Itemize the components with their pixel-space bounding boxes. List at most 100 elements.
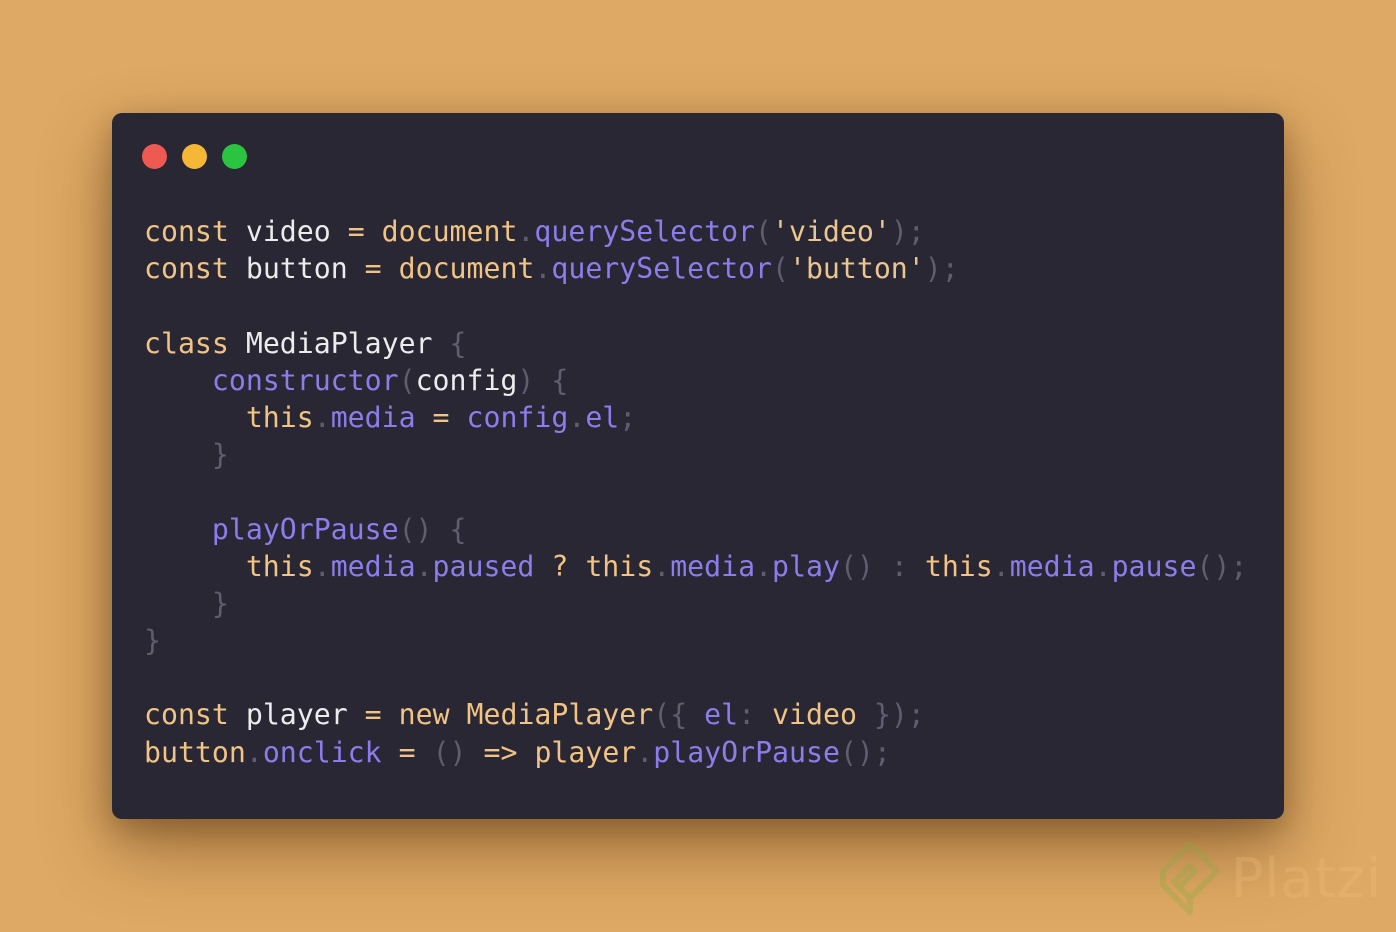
maximize-dot[interactable] xyxy=(222,144,247,169)
code-line: playOrPause() { xyxy=(144,511,1247,548)
code-token-punct: () xyxy=(398,512,433,546)
code-token-op: = xyxy=(347,215,365,248)
code-token-op: => xyxy=(483,735,518,769)
code-line: const video = document.querySelector('vi… xyxy=(144,213,1247,250)
code-block: const video = document.querySelector('vi… xyxy=(144,213,1247,771)
code-token-punct: . xyxy=(517,215,535,248)
code-token-prop: media xyxy=(1009,549,1095,583)
minimize-dot[interactable] xyxy=(182,144,207,169)
code-token-punct: { xyxy=(449,512,467,546)
code-token-prop: config xyxy=(466,400,569,434)
code-token-prop: el xyxy=(585,400,620,434)
code-token-keyword: player xyxy=(534,735,637,769)
code-token-keyword: const xyxy=(144,215,229,248)
code-token-punct: () xyxy=(432,735,467,769)
code-token-ident: config xyxy=(415,363,518,397)
watermark-text: Platzi xyxy=(1230,846,1382,910)
code-line: constructor(config) { xyxy=(144,362,1247,399)
code-line: this.media.paused ? this.media.play() : … xyxy=(144,548,1248,585)
code-line: } xyxy=(144,436,1247,473)
code-line: this.media = config.el; xyxy=(144,399,1247,436)
code-token-punct: { xyxy=(449,326,467,360)
code-token-punct: . xyxy=(534,252,552,286)
code-token-prop: play xyxy=(772,549,840,583)
code-line: const button = document.querySelector('b… xyxy=(144,250,1247,287)
code-token-keyword: const xyxy=(144,252,229,286)
code-window: const video = document.querySelector('vi… xyxy=(112,113,1284,819)
code-token-keyword: MediaPlayer xyxy=(466,698,654,732)
code-token-punct: : xyxy=(738,698,756,732)
code-token-keyword: const xyxy=(144,698,229,732)
code-token-keyword: video xyxy=(772,698,857,732)
code-token-prop: media xyxy=(330,549,416,583)
code-token-punct: . xyxy=(568,400,586,434)
code-token-prop: constructor xyxy=(211,363,399,397)
code-token-op: = xyxy=(364,252,382,286)
code-token-keyword: new xyxy=(398,698,450,732)
code-token-prop: querySelector xyxy=(551,252,772,286)
code-token-keyword: this xyxy=(585,549,654,583)
code-token-punct: . xyxy=(313,400,331,434)
code-token-punct: ( xyxy=(772,252,789,286)
code-token-prop: playOrPause xyxy=(211,512,399,546)
code-line: class MediaPlayer { xyxy=(144,325,1247,362)
code-token-punct: () xyxy=(839,549,874,583)
code-token-prop: playOrPause xyxy=(653,735,840,769)
code-token-punct: . xyxy=(313,549,331,583)
code-token-punct: . xyxy=(755,549,773,583)
code-line: } xyxy=(144,585,1247,622)
code-token-ident: MediaPlayer xyxy=(245,326,433,360)
code-token-ident: button xyxy=(245,252,348,286)
code-token-prop: media xyxy=(330,400,416,434)
code-token-keyword: document xyxy=(398,252,535,286)
code-line: button.onclick = () => player.playOrPaus… xyxy=(144,734,1247,771)
code-token-punct: { xyxy=(551,363,569,397)
code-token-punct: } xyxy=(211,438,229,472)
code-token-prop: el xyxy=(704,698,739,732)
code-token-ident: video xyxy=(245,215,331,248)
code-token-punct: ) xyxy=(517,363,535,397)
code-token-punct: ( xyxy=(398,363,416,397)
code-token-punct: . xyxy=(1094,549,1112,583)
platzi-logo-icon xyxy=(1159,841,1220,915)
code-token-punct: (); xyxy=(1196,549,1248,583)
window-controls xyxy=(142,144,247,169)
close-dot[interactable] xyxy=(142,144,167,169)
code-token-punct: }); xyxy=(873,698,925,732)
code-token-op: = xyxy=(364,698,382,732)
code-line: } xyxy=(144,622,1247,659)
code-token-op: ? xyxy=(551,549,569,583)
code-token-punct: ; xyxy=(619,400,637,434)
code-line: const player = new MediaPlayer({ el: vid… xyxy=(144,696,1247,733)
code-token-keyword: class xyxy=(144,326,229,360)
code-token-punct: ); xyxy=(924,252,959,286)
code-token-prop: onclick xyxy=(262,735,382,769)
code-token-keyword: this xyxy=(245,400,314,434)
